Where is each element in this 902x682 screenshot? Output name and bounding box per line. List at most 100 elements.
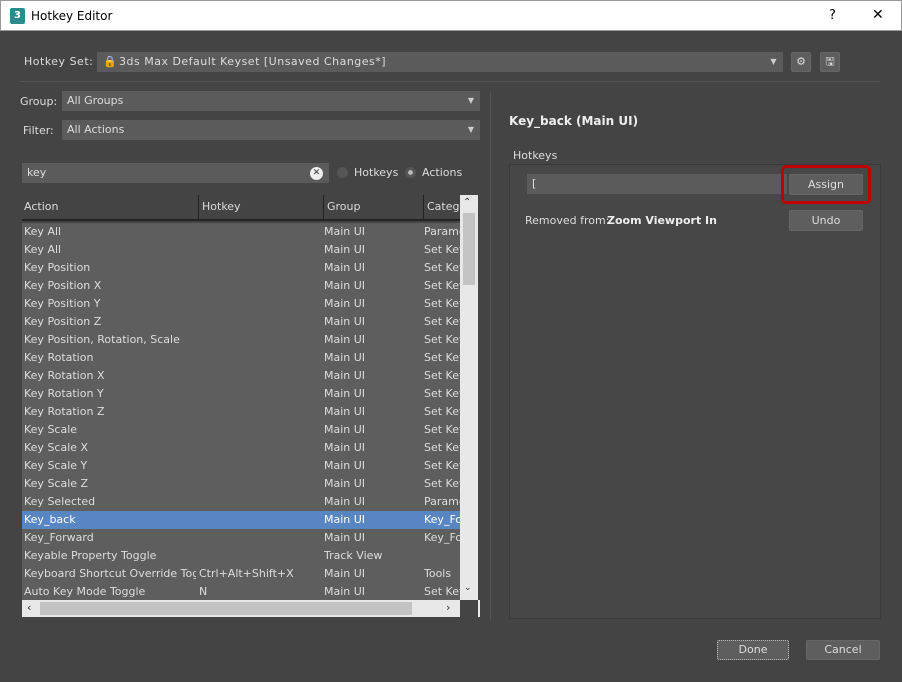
cell-category: Set Key [424, 459, 460, 472]
table-row[interactable]: Key Rotation Main UI Set Key [22, 349, 460, 367]
cell-category: Set Key [424, 387, 460, 400]
actions-radio-label: Actions [422, 166, 463, 179]
table-row[interactable]: Key Position Main UI Set Key [22, 259, 460, 277]
cell-category: Tools [424, 567, 452, 580]
table-row[interactable]: Key Rotation X Main UI Set Key [22, 367, 460, 385]
assign-button[interactable]: Assign [789, 174, 863, 195]
h-scroll-thumb[interactable] [40, 602, 412, 615]
table-row[interactable]: Key Rotation Z Main UI Set Key [22, 403, 460, 421]
save-icon: 🖫 [825, 55, 835, 68]
table-row[interactable]: Key Scale Y Main UI Set Key [22, 457, 460, 475]
table-row[interactable]: Key Position Y Main UI Set Key [22, 295, 460, 313]
chevron-down-icon: ▼ [467, 96, 474, 105]
table-row[interactable]: Key Selected Main UI Parame [22, 493, 460, 511]
table-row[interactable]: Key Scale Z Main UI Set Key [22, 475, 460, 493]
hotkey-value: [ [532, 177, 537, 190]
cancel-button[interactable]: Cancel [806, 640, 880, 660]
cell-action: Key All [24, 243, 62, 256]
table-row[interactable]: Key Scale X Main UI Set Key [22, 439, 460, 457]
hotkeys-label: Hotkeys [513, 149, 558, 162]
filter-value: All Actions [67, 123, 125, 136]
cell-group: Main UI [324, 297, 366, 310]
undo-button[interactable]: Undo [789, 210, 863, 231]
scroll-thumb[interactable] [463, 213, 475, 285]
table-row[interactable]: Key_Forward Main UI Key_Fo [22, 529, 460, 547]
search-input[interactable]: key ✕ [22, 163, 329, 183]
cell-group: Main UI [324, 225, 366, 238]
cell-group: Main UI [324, 333, 366, 346]
cell-category: Set Key [424, 585, 460, 598]
cell-group: Main UI [324, 459, 366, 472]
hotkey-set-dropdown[interactable]: 🔒 3ds Max Default Keyset [Unsaved Change… [97, 52, 783, 72]
vertical-scrollbar[interactable]: ⌃ ⌄ [460, 195, 478, 600]
cell-action: Key Scale Y [24, 459, 88, 472]
cell-group: Main UI [324, 531, 366, 544]
group-value: All Groups [67, 94, 124, 107]
save-button[interactable]: 🖫 [820, 52, 840, 72]
cell-action: Key Scale X [24, 441, 89, 454]
cell-group: Main UI [324, 279, 366, 292]
table-row[interactable]: Key All Main UI Set Key [22, 241, 460, 259]
chevron-down-icon: ▼ [467, 125, 474, 134]
table-row[interactable]: Key Position X Main UI Set Key [22, 277, 460, 295]
column-group[interactable]: Group [323, 195, 361, 219]
hotkey-input[interactable]: [ [527, 174, 787, 194]
table-row[interactable]: Key_back Main UI Key_Fo [22, 511, 460, 529]
help-button[interactable]: ? [829, 8, 836, 23]
cell-category: Set Key [424, 297, 460, 310]
cell-action: Key Rotation Y [24, 387, 104, 400]
removed-from-label: Removed from: [525, 214, 610, 227]
cell-action: Key Rotation [24, 351, 94, 364]
window-title: Hotkey Editor [31, 9, 113, 23]
clear-icon[interactable]: ✕ [310, 167, 323, 180]
hotkey-set-value: 3ds Max Default Keyset [Unsaved Changes*… [119, 55, 387, 68]
column-category[interactable]: Categc [423, 195, 460, 219]
actions-radio[interactable] [405, 167, 416, 178]
table-row[interactable]: Key Rotation Y Main UI Set Key [22, 385, 460, 403]
gear-icon: ⚙ [796, 55, 806, 68]
cell-action: Keyable Property Toggle [24, 549, 157, 562]
table-row[interactable]: Key Position, Rotation, Scale Main UI Set … [22, 331, 460, 349]
chevron-down-icon: ▼ [770, 57, 777, 66]
cell-group: Main UI [324, 369, 366, 382]
column-hotkey[interactable]: Hotkey [198, 195, 241, 219]
table-row[interactable]: Auto Key Mode Toggle N Main UI Set Key [22, 583, 460, 601]
scroll-left-icon[interactable]: ‹ [27, 601, 31, 614]
cell-category: Set Key [424, 351, 460, 364]
splitter[interactable] [490, 92, 491, 620]
app-icon: 3 [10, 8, 25, 24]
table-row[interactable]: Keyboard Shortcut Override Tog... Ctrl+Al… [22, 565, 460, 583]
column-action[interactable]: Action [22, 195, 58, 219]
settings-button[interactable]: ⚙ [791, 52, 811, 72]
cell-category: Key_Fo [424, 513, 460, 526]
hotkeys-radio[interactable] [337, 167, 348, 178]
filter-dropdown[interactable]: All Actions ▼ [62, 120, 480, 140]
hotkeys-radio-label: Hotkeys [354, 166, 399, 179]
table-row[interactable]: Key Scale Main UI Set Key [22, 421, 460, 439]
cell-group: Main UI [324, 477, 366, 490]
cell-group: Main UI [324, 567, 366, 580]
close-button[interactable]: ✕ [872, 7, 884, 23]
horizontal-scrollbar[interactable]: ‹ › [22, 600, 460, 617]
cell-group: Main UI [324, 405, 366, 418]
table-row[interactable]: Keyable Property Toggle Track View [22, 547, 460, 565]
cell-action: Key Scale Z [24, 477, 89, 490]
group-dropdown[interactable]: All Groups ▼ [62, 91, 480, 111]
scroll-right-icon[interactable]: › [446, 601, 450, 614]
cell-category: Key_Fo [424, 531, 460, 544]
cell-hotkey: Ctrl+Alt+Shift+X [199, 567, 294, 580]
table-row[interactable]: Key Position Z Main UI Set Key [22, 313, 460, 331]
cell-group: Main UI [324, 243, 366, 256]
cell-action: Key Position, Rotation, Scale [24, 333, 180, 346]
cell-action: Key_back [24, 513, 76, 526]
table-row[interactable]: Key All Main UI Parame [22, 223, 460, 241]
cell-action: Keyboard Shortcut Override Tog... [24, 567, 196, 580]
cell-category: Set Key [424, 405, 460, 418]
search-value: key [27, 166, 47, 179]
cell-category: Set Key [424, 279, 460, 292]
done-button[interactable]: Done [717, 640, 789, 660]
scroll-down-icon[interactable]: ⌄ [464, 583, 472, 593]
cell-group: Main UI [324, 315, 366, 328]
cell-category: Set Key [424, 441, 460, 454]
scroll-up-icon[interactable]: ⌃ [463, 197, 471, 208]
